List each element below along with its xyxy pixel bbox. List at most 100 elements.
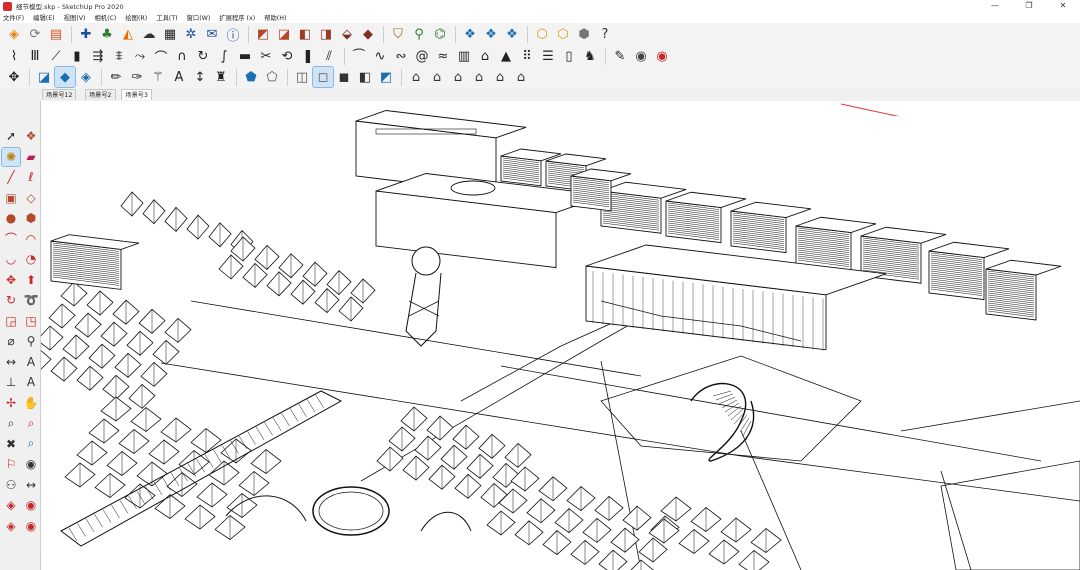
extension-d-icon[interactable]: ◨ xyxy=(316,25,336,45)
stair-icon[interactable]: ⌇ xyxy=(4,47,24,67)
section-plane-icon[interactable]: ↔ xyxy=(22,476,40,494)
circle-icon[interactable]: ● xyxy=(2,209,20,227)
stack-icon[interactable]: ☰ xyxy=(538,47,558,67)
ext-tool-a-icon[interactable]: ◈ xyxy=(2,496,20,514)
component-tool-icon[interactable]: ❖ xyxy=(22,127,40,145)
select-tool-icon[interactable]: ➚ xyxy=(2,127,20,145)
walk-icon[interactable]: ⚇ xyxy=(2,476,20,494)
position-camera-icon[interactable]: ⚐ xyxy=(2,455,20,473)
figure-icon[interactable]: ♞ xyxy=(580,47,600,67)
spring-icon[interactable]: ∾ xyxy=(391,47,411,67)
menu-item-6[interactable]: 窗口(W) xyxy=(187,13,211,22)
pie-icon[interactable]: ◔ xyxy=(22,250,40,268)
split-icon[interactable]: ⫽ xyxy=(319,47,339,67)
axis-icon[interactable]: ✥ xyxy=(4,67,24,87)
house-b-icon[interactable]: ⌂ xyxy=(427,67,447,87)
help-cube-icon[interactable]: ? xyxy=(595,25,615,45)
style-xray-icon[interactable]: ◫ xyxy=(292,67,312,87)
bars-icon[interactable]: ▮ xyxy=(67,47,87,67)
spiral-icon[interactable]: @ xyxy=(412,47,432,67)
view-top-icon[interactable]: ◆ xyxy=(54,66,76,88)
sandbox-icon[interactable]: ⌬ xyxy=(430,25,450,45)
menu-item-3[interactable]: 相机(C) xyxy=(94,13,116,22)
move-icon[interactable]: ✥ xyxy=(2,271,20,289)
menu-item-8[interactable]: 帮助(H) xyxy=(264,13,286,22)
path-icon[interactable]: ⤳ xyxy=(130,47,150,67)
ramp-icon[interactable]: ⟋ xyxy=(46,47,66,67)
dimension-tool-icon[interactable]: ↔ xyxy=(2,353,20,371)
scissors-icon[interactable]: ✂ xyxy=(256,47,276,67)
arc2-icon[interactable]: ◠ xyxy=(22,230,40,248)
orbit-icon[interactable]: ✢ xyxy=(2,394,20,412)
house-e-icon[interactable]: ⌂ xyxy=(490,67,510,87)
pin-icon[interactable]: ⚲ xyxy=(409,25,429,45)
tree-icon[interactable]: ♣ xyxy=(97,25,117,45)
axes-tool-icon[interactable]: ⊥ xyxy=(2,373,20,391)
curve-icon[interactable]: ∫ xyxy=(214,47,234,67)
column-icon[interactable]: Ⅲ xyxy=(25,47,45,67)
ext-tool-d-icon[interactable]: ◉ xyxy=(22,517,40,535)
rotate-copy-icon[interactable]: ⟲ xyxy=(277,47,297,67)
shield-icon[interactable]: ⛉ xyxy=(388,25,408,45)
eraser-icon[interactable]: ▰ xyxy=(22,148,40,166)
cube-icon[interactable]: ⬡ xyxy=(532,25,552,45)
record-icon[interactable]: ◉ xyxy=(652,47,672,67)
component-c-icon[interactable]: ❖ xyxy=(502,25,522,45)
house-a-icon[interactable]: ⌂ xyxy=(406,67,426,87)
plate-icon[interactable]: ▬ xyxy=(235,47,255,67)
grid-wall-icon[interactable]: ▥ xyxy=(454,47,474,67)
cube-grey-icon[interactable]: ⬢ xyxy=(574,25,594,45)
building-icon[interactable]: ⌂ xyxy=(475,47,495,67)
info-icon[interactable]: ⓘ xyxy=(223,25,243,45)
house-d-icon[interactable]: ⌂ xyxy=(469,67,489,87)
extension-a-icon[interactable]: ◩ xyxy=(253,25,273,45)
settings-icon[interactable]: ✲ xyxy=(181,25,201,45)
zoom-icon[interactable]: ⌕ xyxy=(2,414,20,432)
maximize-button[interactable]: ❐ xyxy=(1012,0,1046,12)
dots-icon[interactable]: ⠿ xyxy=(517,47,537,67)
text-icon[interactable]: A xyxy=(169,67,189,87)
loop-icon[interactable]: ↻ xyxy=(193,47,213,67)
rectangle-icon[interactable]: ▣ xyxy=(2,189,20,207)
menu-item-4[interactable]: 绘图(R) xyxy=(125,13,147,22)
panel-icon[interactable]: ▯ xyxy=(559,47,579,67)
camera-icon[interactable]: ◉ xyxy=(631,47,651,67)
fence-icon[interactable]: ⩨ xyxy=(109,47,129,67)
zoom-window-icon[interactable]: ⌕ xyxy=(22,414,40,432)
pyramid-icon[interactable]: ▲ xyxy=(496,47,516,67)
arc-icon[interactable]: ⌒ xyxy=(2,230,20,248)
rotate-icon[interactable]: ↻ xyxy=(2,291,20,309)
component-b-icon[interactable]: ❖ xyxy=(481,25,501,45)
getting-started-icon[interactable]: ◈ xyxy=(4,25,24,45)
style-mono-icon[interactable]: ◩ xyxy=(376,67,396,87)
zoom-extents-icon[interactable]: ✖ xyxy=(2,435,20,453)
mail-icon[interactable]: ✉ xyxy=(202,25,222,45)
checker-icon[interactable]: ▦ xyxy=(160,25,180,45)
eraser-style-icon[interactable]: ✑ xyxy=(127,67,147,87)
text-tool-icon[interactable]: A xyxy=(22,353,40,371)
house-f-icon[interactable]: ⌂ xyxy=(511,67,531,87)
scene-tab-3[interactable]: 场景号3 xyxy=(121,89,152,100)
terrain-icon[interactable]: ◭ xyxy=(118,25,138,45)
menu-item-5[interactable]: 工具(T) xyxy=(156,13,177,22)
scale-icon[interactable]: ◲ xyxy=(2,312,20,330)
ext-tool-b-icon[interactable]: ◉ xyxy=(22,496,40,514)
extension-e-icon[interactable]: ⬙ xyxy=(337,25,357,45)
view-iso-icon[interactable]: ◪ xyxy=(34,67,54,87)
arch-icon[interactable]: ∩ xyxy=(172,47,192,67)
railing-icon[interactable]: ⇶ xyxy=(88,47,108,67)
scene-tab-2[interactable]: 场景号2 xyxy=(85,89,116,100)
pan-icon[interactable]: ✋ xyxy=(22,394,40,412)
extension-b-icon[interactable]: ◪ xyxy=(274,25,294,45)
arc3-icon[interactable]: ◡ xyxy=(2,250,20,268)
freehand-icon[interactable]: ℓ xyxy=(22,168,40,186)
component-a-icon[interactable]: ❖ xyxy=(460,25,480,45)
pillar-icon[interactable]: ❚ xyxy=(298,47,318,67)
house-c-icon[interactable]: ⌂ xyxy=(448,67,468,87)
brush-icon[interactable]: ✎ xyxy=(610,47,630,67)
follow-me-icon[interactable]: ➰ xyxy=(22,291,40,309)
paint-bucket-icon[interactable]: ✺ xyxy=(1,146,21,167)
shade-a-icon[interactable]: ⬟ xyxy=(241,67,261,87)
ext-tool-c-icon[interactable]: ◈ xyxy=(2,517,20,535)
3d-text-icon[interactable]: A xyxy=(22,373,40,391)
